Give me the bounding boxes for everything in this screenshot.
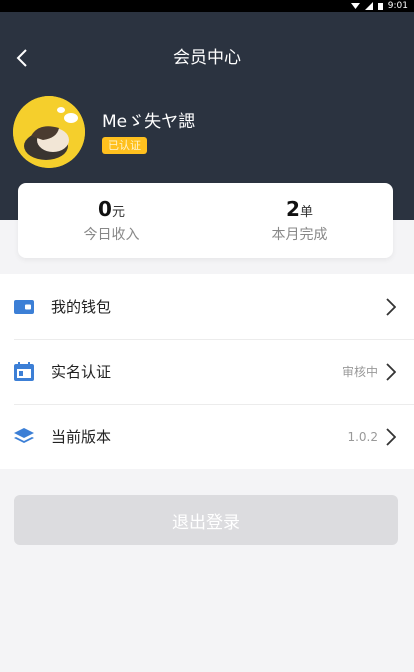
stat-number: 2 — [286, 197, 300, 221]
menu-item-wallet[interactable]: 我的钱包 — [0, 274, 414, 339]
stat-label: 本月完成 — [271, 227, 328, 243]
wallet-icon — [12, 295, 36, 319]
status-icons: 9:01 — [350, 0, 408, 12]
settings-menu: 我的钱包 实名认证 审核中 当前版本 1.0.2 — [0, 274, 414, 469]
stat-month-completed: 2单 本月完成 — [206, 197, 393, 244]
menu-item-label: 我的钱包 — [51, 298, 112, 316]
menu-item-value: 审核中 — [341, 365, 378, 379]
signal-icon — [364, 2, 373, 10]
avatar[interactable] — [13, 96, 85, 168]
layers-icon — [12, 425, 36, 449]
menu-item-label: 当前版本 — [51, 428, 112, 446]
logout-button[interactable]: 退出登录 — [14, 495, 398, 545]
menu-item-label: 实名认证 — [51, 363, 112, 381]
menu-item-value: 1.0.2 — [347, 429, 378, 444]
stat-label: 今日收入 — [83, 227, 140, 243]
id-card-icon — [12, 360, 36, 384]
wifi-icon — [350, 3, 360, 9]
page-title: 会员中心 — [173, 48, 241, 68]
stat-value: 2单 — [206, 197, 393, 221]
avatar-illustration — [13, 96, 85, 168]
stat-unit: 元 — [111, 205, 125, 220]
status-bar: 9:01 — [0, 0, 414, 12]
stat-number: 0 — [98, 197, 112, 221]
chevron-right-icon — [386, 362, 398, 381]
stat-today-income: 0元 今日收入 — [18, 197, 205, 244]
stats-card: 0元 今日收入 2单 本月完成 — [18, 183, 393, 258]
user-name: Meゞ失ヤ諰 — [102, 112, 196, 132]
menu-item-real-name-verification[interactable]: 实名认证 审核中 — [0, 339, 414, 404]
status-time: 9:01 — [387, 1, 408, 11]
stat-unit: 单 — [299, 205, 313, 220]
chevron-right-icon — [386, 297, 398, 316]
battery-icon — [377, 3, 383, 10]
menu-item-current-version[interactable]: 当前版本 1.0.2 — [0, 404, 414, 469]
chevron-right-icon — [386, 427, 398, 446]
stat-value: 0元 — [18, 197, 205, 221]
verified-badge: 已认证 — [102, 137, 147, 154]
